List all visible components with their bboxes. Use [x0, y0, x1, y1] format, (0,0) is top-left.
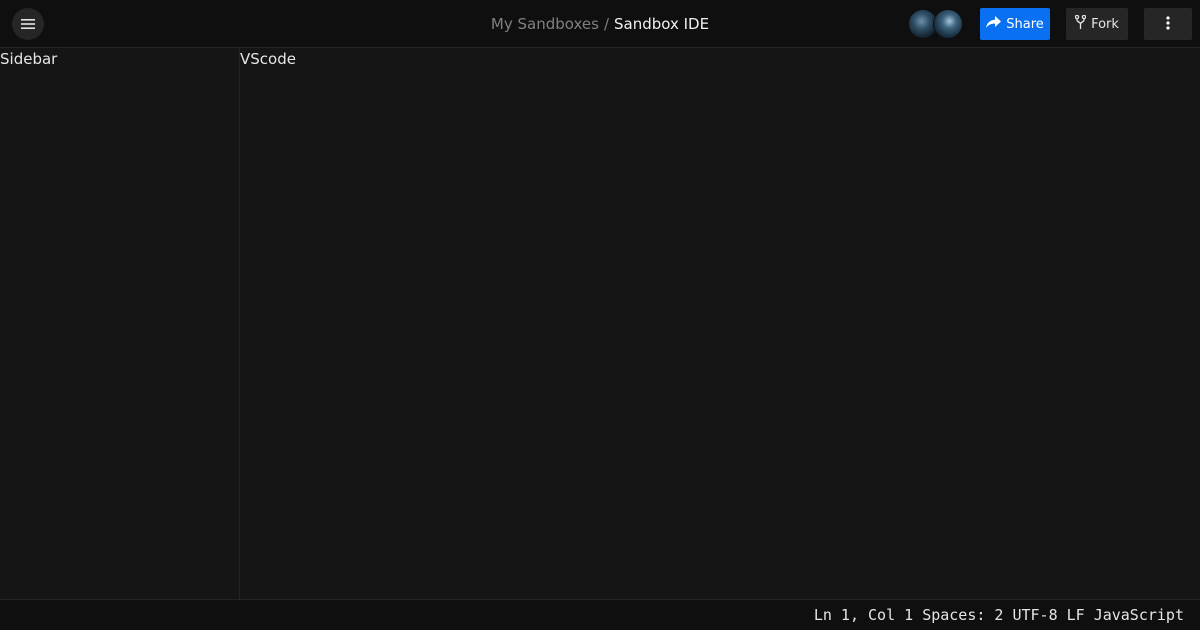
- avatar[interactable]: [933, 9, 963, 39]
- collaborator-avatars: [908, 9, 964, 39]
- breadcrumb-separator: /: [603, 15, 609, 33]
- status-language[interactable]: JavaScript: [1094, 606, 1184, 624]
- top-header: My Sandboxes / Sandbox IDE Share Fork: [0, 0, 1200, 48]
- share-arrow-icon: [986, 16, 1002, 32]
- sandbox-ide-app: My Sandboxes / Sandbox IDE Share Fork Si…: [0, 0, 1200, 630]
- hamburger-icon: [21, 19, 35, 29]
- menu-button[interactable]: [12, 8, 44, 40]
- status-cursor-position[interactable]: Ln 1, Col 1: [814, 606, 913, 624]
- kebab-menu-icon: [1166, 15, 1170, 34]
- sidebar-panel: Sidebar: [0, 48, 240, 599]
- fork-label: Fork: [1091, 16, 1119, 32]
- breadcrumb-my-sandboxes[interactable]: My Sandboxes: [491, 15, 599, 33]
- breadcrumb-current: Sandbox IDE: [614, 15, 710, 33]
- status-bar: Ln 1, Col 1 Spaces: 2 UTF-8 LF JavaScrip…: [0, 599, 1200, 630]
- more-options-button[interactable]: [1144, 8, 1192, 40]
- sidebar-label: Sidebar: [0, 50, 58, 68]
- status-indentation[interactable]: Spaces: 2: [922, 606, 1003, 624]
- status-line-ending[interactable]: LF: [1067, 606, 1085, 624]
- status-encoding[interactable]: UTF-8: [1012, 606, 1057, 624]
- fork-icon: [1074, 14, 1087, 33]
- share-label: Share: [1006, 16, 1044, 32]
- editor-panel[interactable]: VScode: [240, 48, 1200, 599]
- fork-button[interactable]: Fork: [1066, 8, 1128, 40]
- share-button[interactable]: Share: [980, 8, 1050, 40]
- editor-label: VScode: [240, 50, 296, 68]
